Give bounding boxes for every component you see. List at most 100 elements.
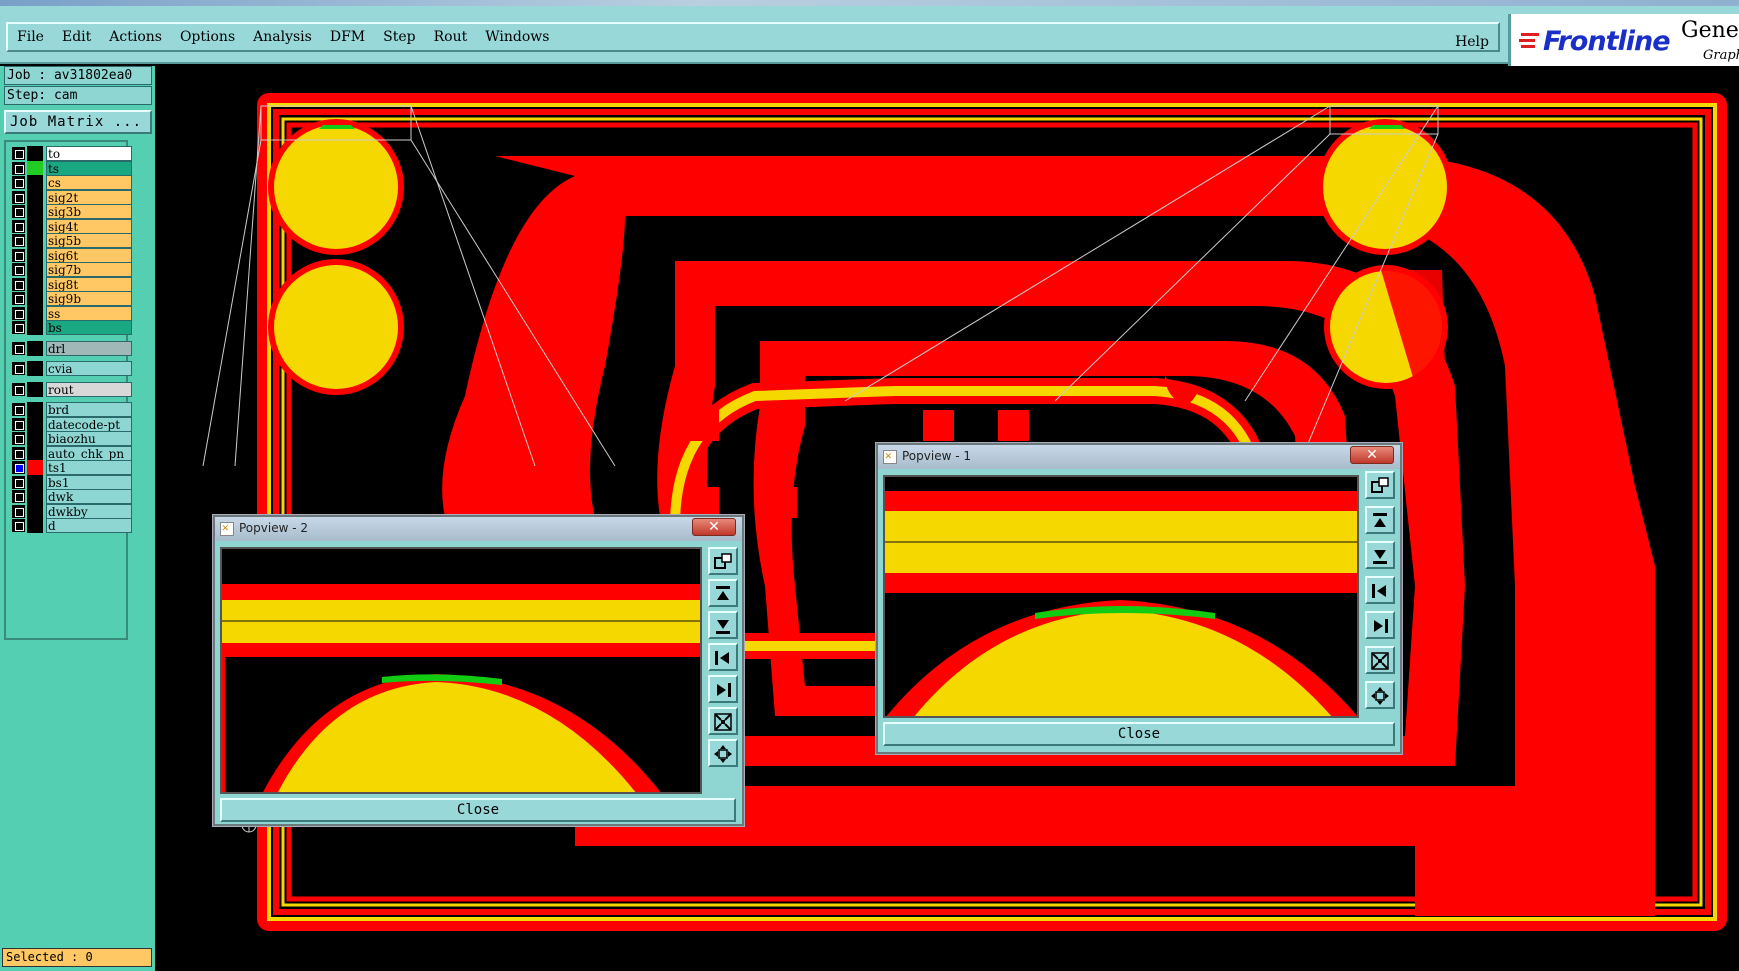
layer-color-swatch[interactable]	[27, 503, 43, 519]
popview-1-view[interactable]	[883, 475, 1359, 718]
layer-name[interactable]: d	[46, 518, 132, 533]
layer-name[interactable]: sig7b	[46, 262, 132, 277]
layer-checkbox[interactable]	[12, 292, 25, 305]
job-matrix-button[interactable]: Job Matrix ...	[4, 110, 152, 134]
layer-checkbox[interactable]	[12, 490, 25, 503]
menu-options[interactable]: Options	[171, 24, 244, 50]
layer-name[interactable]: ts1	[46, 460, 132, 475]
layer-name[interactable]: rout	[46, 381, 132, 397]
layer-color-swatch[interactable]	[27, 204, 43, 219]
layer-row[interactable]: auto_chk_pn	[10, 445, 132, 461]
zoom-window-icon[interactable]	[1365, 471, 1395, 499]
layer-row[interactable]: biaozhu	[10, 431, 132, 446]
layer-name[interactable]: sig8t	[46, 276, 132, 292]
layer-color-swatch[interactable]	[27, 460, 43, 475]
zoom-out-icon[interactable]	[708, 739, 738, 767]
layer-row[interactable]: ts1	[10, 460, 132, 475]
layer-name[interactable]: sig3b	[46, 204, 132, 219]
layer-color-swatch[interactable]	[27, 381, 43, 397]
layer-color-swatch[interactable]	[27, 361, 43, 376]
layer-checkbox[interactable]	[12, 248, 25, 262]
popview-2-titlebar[interactable]: Popview - 2 ✕	[215, 517, 742, 541]
layer-checkbox[interactable]	[12, 190, 25, 204]
popview-1-titlebar[interactable]: Popview - 1 ✕	[878, 445, 1400, 469]
layer-checkbox[interactable]	[12, 321, 25, 334]
layer-color-swatch[interactable]	[27, 160, 43, 176]
layer-checkbox[interactable]	[12, 161, 25, 175]
pan-left-icon[interactable]	[708, 643, 738, 671]
layer-row[interactable]: dwkby	[10, 503, 132, 519]
menu-analysis[interactable]: Analysis	[244, 24, 321, 50]
layer-color-swatch[interactable]	[27, 518, 43, 533]
layer-color-swatch[interactable]	[27, 247, 43, 263]
layer-name[interactable]: bs	[46, 320, 132, 335]
layer-checkbox[interactable]	[12, 147, 25, 160]
pan-down-icon[interactable]	[708, 611, 738, 639]
menu-dfm[interactable]: DFM	[321, 24, 374, 50]
pan-right-icon[interactable]	[708, 675, 738, 703]
layer-row[interactable]: sig8t	[10, 276, 132, 292]
layer-checkbox[interactable]	[12, 277, 25, 291]
layer-checkbox[interactable]	[12, 234, 25, 247]
layer-name[interactable]: cs	[46, 175, 132, 190]
pan-up-icon[interactable]	[1365, 506, 1395, 534]
layer-checkbox[interactable]	[12, 475, 25, 489]
popview-1-close-x-button[interactable]: ✕	[1350, 446, 1394, 464]
layer-name[interactable]: sig5b	[46, 233, 132, 248]
pan-down-icon[interactable]	[1365, 541, 1395, 569]
menu-help[interactable]: Help	[1446, 29, 1498, 55]
layer-row[interactable]: sig7b	[10, 262, 132, 277]
layer-checkbox[interactable]	[12, 417, 25, 431]
layer-name[interactable]: ss	[46, 305, 132, 321]
layer-checkbox[interactable]	[12, 205, 25, 218]
layer-checkbox[interactable]	[12, 306, 25, 320]
layer-row[interactable]: d	[10, 518, 132, 533]
layer-row[interactable]: bs1	[10, 474, 132, 490]
layer-color-swatch[interactable]	[27, 276, 43, 292]
layer-color-swatch[interactable]	[27, 340, 43, 356]
layer-color-swatch[interactable]	[27, 189, 43, 205]
layer-row[interactable]: bs	[10, 320, 132, 335]
layer-name[interactable]: dwk	[46, 489, 132, 504]
layer-color-swatch[interactable]	[27, 175, 43, 190]
layer-color-swatch[interactable]	[27, 402, 43, 417]
pan-up-icon[interactable]	[708, 579, 738, 607]
layer-name[interactable]: bs1	[46, 474, 132, 490]
zoom-out-icon[interactable]	[1365, 681, 1395, 709]
layer-row[interactable]: sig2t	[10, 189, 132, 205]
layer-checkbox[interactable]	[12, 263, 25, 276]
layer-name[interactable]: brd	[46, 402, 132, 417]
layer-color-swatch[interactable]	[27, 218, 43, 234]
zoom-window-icon[interactable]	[708, 547, 738, 575]
layer-name[interactable]: drl	[46, 340, 132, 356]
menu-rout[interactable]: Rout	[425, 24, 477, 50]
layer-color-swatch[interactable]	[27, 431, 43, 446]
menu-step[interactable]: Step	[374, 24, 424, 50]
layer-checkbox[interactable]	[12, 504, 25, 518]
layer-row[interactable]: dwk	[10, 489, 132, 504]
layer-row[interactable]: drl	[10, 340, 132, 356]
layer-checkbox[interactable]	[12, 461, 25, 474]
layer-name[interactable]: sig6t	[46, 247, 132, 263]
layer-checkbox[interactable]	[12, 519, 25, 532]
popview-2-view[interactable]	[220, 547, 702, 794]
layer-color-swatch[interactable]	[27, 489, 43, 504]
layer-name[interactable]: sig2t	[46, 189, 132, 205]
layer-row[interactable]: sig3b	[10, 204, 132, 219]
layer-name[interactable]: datecode-pt	[46, 416, 132, 432]
layer-name[interactable]: ts	[46, 160, 132, 176]
layer-row[interactable]: sig5b	[10, 233, 132, 248]
layer-checkbox[interactable]	[12, 219, 25, 233]
menu-edit[interactable]: Edit	[53, 24, 100, 50]
layer-row[interactable]: sig4t	[10, 218, 132, 234]
layer-name[interactable]: dwkby	[46, 503, 132, 519]
menu-actions[interactable]: Actions	[100, 24, 171, 50]
layer-checkbox[interactable]	[12, 382, 25, 396]
layer-name[interactable]: to	[46, 146, 132, 161]
layer-checkbox[interactable]	[12, 446, 25, 460]
layer-name[interactable]: cvia	[46, 361, 132, 376]
popview-1-close-button[interactable]: Close	[883, 722, 1395, 746]
popview-2-close-button[interactable]: Close	[220, 798, 736, 822]
zoom-in-icon[interactable]	[1365, 646, 1395, 674]
layer-checkbox[interactable]	[12, 362, 25, 375]
